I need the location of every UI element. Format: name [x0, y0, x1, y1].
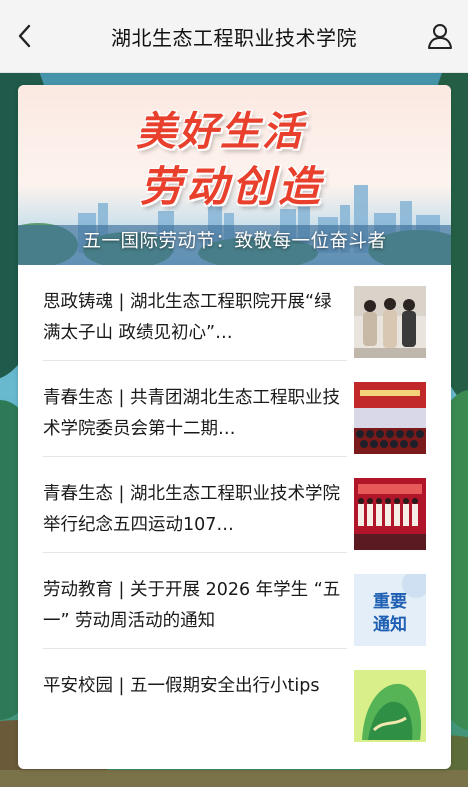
back-button[interactable]	[8, 18, 42, 54]
news-thumbnail	[354, 382, 426, 454]
news-thumbnail	[354, 478, 426, 550]
user-icon	[428, 24, 452, 49]
notice-thumb-text-1: 重要	[373, 591, 407, 612]
content-card: 美好生活 劳动创造 五一国际劳动节：致敬每一位奋斗者 思政铸魂 | 湖北生态工程…	[18, 85, 451, 769]
chevron-left-icon	[18, 24, 31, 48]
news-item[interactable]: 青春生态 | 湖北生态工程职业技术学院举行纪念五四运动107…	[18, 457, 451, 553]
news-title: 青春生态 | 共青团湖北生态工程职业技术学院委员会第十二期…	[43, 388, 341, 439]
news-thumbnail	[354, 670, 426, 742]
news-title: 劳动教育 | 关于开展 2026 年学生 “五一” 劳动周活动的通知	[43, 580, 341, 631]
banner-caption: 五一国际劳动节：致敬每一位奋斗者	[82, 231, 387, 252]
banner-slogan-line2: 劳动创造	[140, 162, 325, 211]
news-title: 青春生态 | 湖北生态工程职业技术学院举行纪念五四运动107…	[43, 484, 341, 535]
news-item[interactable]: 青春生态 | 共青团湖北生态工程职业技术学院委员会第十二期…	[18, 361, 451, 457]
top-navigation-bar: 湖北生态工程职业技术学院	[0, 0, 468, 73]
news-title: 思政铸魂 | 湖北生态工程职院开展“绿满太子山 政绩见初心”…	[43, 292, 332, 343]
news-item[interactable]: 思政铸魂 | 湖北生态工程职院开展“绿满太子山 政绩见初心”…	[18, 265, 451, 361]
news-item[interactable]: 平安校园 | 五一假期安全出行小tips	[18, 649, 451, 745]
banner-slogan-line1: 美好生活	[136, 108, 304, 155]
news-list: 思政铸魂 | 湖北生态工程职院开展“绿满太子山 政绩见初心”… 青春生态 | 共…	[18, 265, 451, 745]
notice-thumb-text-2: 通知	[373, 614, 407, 635]
profile-button[interactable]	[422, 18, 458, 54]
featured-banner[interactable]: 美好生活 劳动创造 五一国际劳动节：致敬每一位奋斗者	[18, 85, 451, 265]
page-title: 湖北生态工程职业技术学院	[111, 25, 357, 50]
news-title: 平安校园 | 五一假期安全出行小tips	[43, 676, 320, 696]
news-thumbnail	[354, 286, 426, 358]
news-item[interactable]: 劳动教育 | 关于开展 2026 年学生 “五一” 劳动周活动的通知 重要 通知	[18, 553, 451, 649]
news-thumbnail: 重要 通知	[354, 574, 426, 646]
